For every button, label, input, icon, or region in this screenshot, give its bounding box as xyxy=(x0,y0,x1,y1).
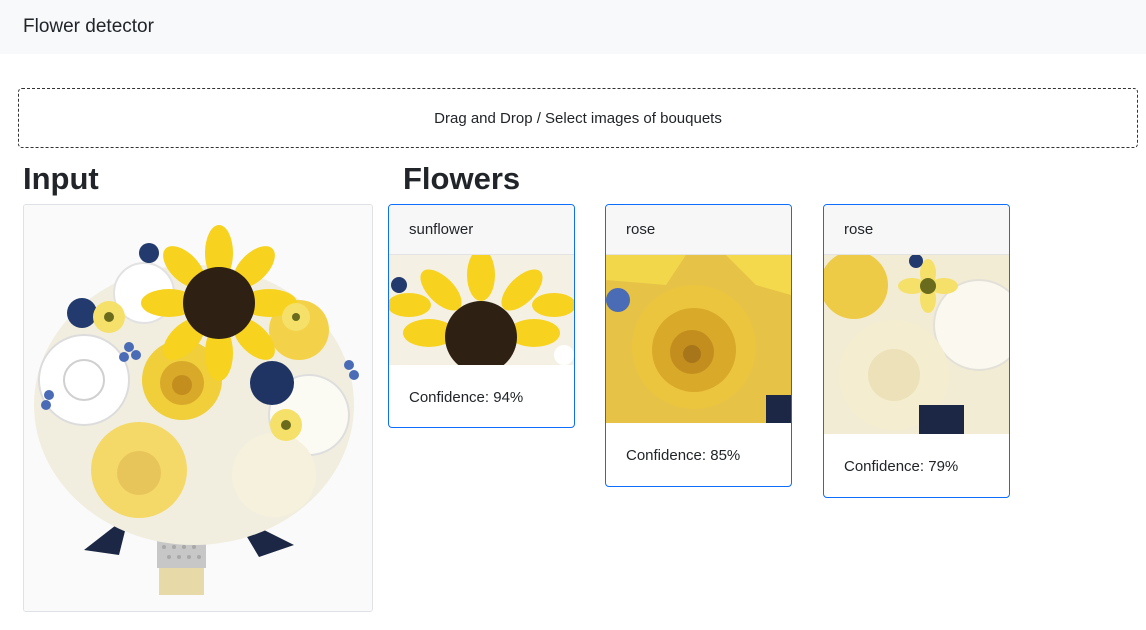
input-bouquet-image xyxy=(23,204,373,612)
brand-title[interactable]: Flower detector xyxy=(23,15,154,39)
dropzone-label: Drag and Drop / Select images of bouquet… xyxy=(434,109,722,127)
navbar: Flower detector xyxy=(0,0,1146,54)
flower-card: rose Confidence: 85% xyxy=(605,204,792,487)
flowers-heading: Flowers xyxy=(403,161,521,196)
flower-crop-image xyxy=(389,255,574,365)
flower-name: rose xyxy=(606,205,791,255)
flower-card: rose Confidence: 79% xyxy=(823,204,1010,498)
input-heading: Input xyxy=(23,161,99,196)
flower-name: sunflower xyxy=(389,205,574,255)
flower-confidence: Confidence: 94% xyxy=(409,389,524,406)
flower-name: rose xyxy=(824,205,1009,255)
image-dropzone[interactable]: Drag and Drop / Select images of bouquet… xyxy=(18,88,1138,148)
flower-crop-image xyxy=(606,255,791,423)
flower-card: sunflower Confidence: 94% xyxy=(388,204,575,428)
flower-crop-image xyxy=(824,255,1009,434)
flower-confidence: Confidence: 79% xyxy=(844,458,959,475)
flower-confidence: Confidence: 85% xyxy=(626,447,741,464)
